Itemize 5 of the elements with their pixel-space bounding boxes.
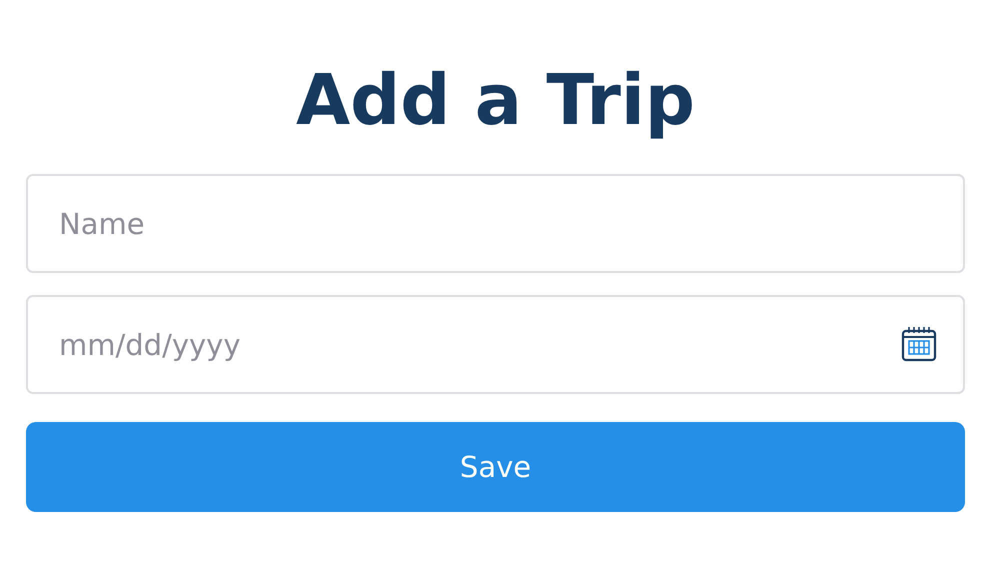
save-button[interactable]: Save	[26, 422, 965, 512]
calendar-icon[interactable]	[901, 326, 937, 362]
page-title: Add a Trip	[294, 58, 696, 143]
name-field[interactable]: Name	[26, 174, 965, 273]
date-field[interactable]: mm/dd/yyyy	[26, 295, 965, 394]
